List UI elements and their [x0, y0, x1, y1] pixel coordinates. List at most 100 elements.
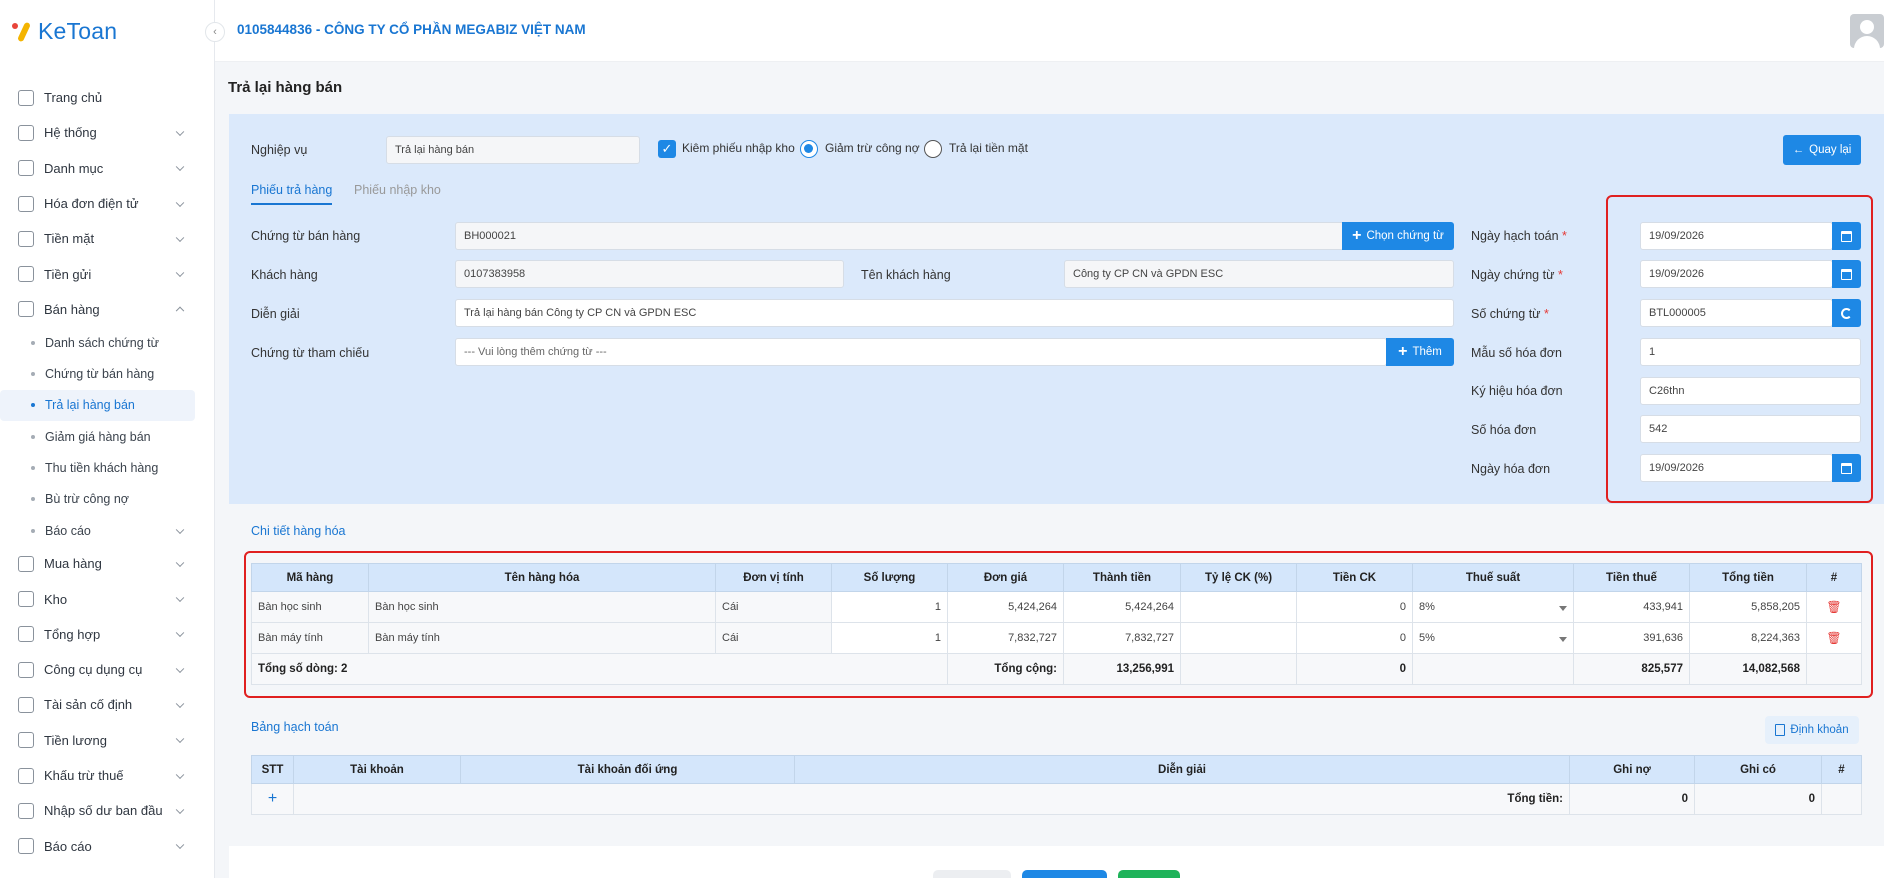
tab-phieu-nhap-kho[interactable]: Phiếu nhập kho: [354, 183, 441, 197]
sidebar-item-he-thong[interactable]: Hệ thống: [0, 115, 215, 150]
ky-hieu-input[interactable]: C26thn: [1640, 377, 1861, 405]
sidebar-sub-thu-tien[interactable]: Thu tiền khách hàng: [0, 452, 215, 483]
sidebar-item-tien-gui[interactable]: Tiền gửi: [0, 256, 215, 291]
so-chung-tu-refresh-button[interactable]: [1832, 299, 1861, 327]
ngay-hoa-don-calendar-button[interactable]: [1832, 454, 1861, 482]
dien-giai-input[interactable]: Trả lại hàng bán Công ty CP CN và GPDN E…: [455, 299, 1454, 327]
sidebar-item-label: Hệ thống: [44, 125, 97, 141]
col-ten-hang: Tên hàng hóa: [368, 563, 716, 592]
sidebar-item-kho[interactable]: Kho: [0, 581, 215, 616]
avatar[interactable]: [1850, 14, 1884, 48]
sidebar-sub-label: Trả lại hàng bán: [45, 398, 135, 413]
footer-button-3[interactable]: [1118, 870, 1180, 878]
sidebar-item-tien-luong[interactable]: Tiền lương: [0, 723, 215, 758]
dinh-khoan-button[interactable]: Định khoản: [1765, 716, 1859, 744]
cell-ten-hang[interactable]: Bàn học sinh: [368, 591, 716, 623]
cell-ty-le-ck[interactable]: [1180, 591, 1297, 623]
dropdown-arrow-icon: [1559, 637, 1567, 642]
nghiep-vu-select[interactable]: Trả lại hàng bán: [386, 136, 640, 164]
sidebar-item-bao-cao[interactable]: Báo cáo: [0, 829, 215, 864]
sidebar-item-danh-muc[interactable]: Danh mục: [0, 151, 215, 186]
sidebar-item-tong-hop[interactable]: Tổng hợp: [0, 617, 215, 652]
cell-don-vi[interactable]: Cái: [715, 591, 832, 623]
cell-thue-suat-select[interactable]: 8%: [1412, 591, 1574, 623]
logo[interactable]: KeToan: [12, 16, 117, 46]
so-chung-tu-input[interactable]: BTL000005: [1640, 299, 1833, 327]
total-empty: [1806, 653, 1862, 685]
total-empty: [1821, 783, 1862, 815]
sidebar-sub-danh-sach[interactable]: Danh sách chứng từ: [0, 327, 215, 358]
chevron-down-icon: [175, 699, 185, 709]
sidebar-item-hoa-don[interactable]: Hóa đơn điện tử: [0, 186, 215, 221]
sidebar-item-tien-mat[interactable]: Tiền mặt: [0, 221, 215, 256]
giam-tru-radio[interactable]: [800, 140, 818, 158]
sidebar-item-cong-cu[interactable]: Công cụ dụng cụ: [0, 652, 215, 687]
cell-tien-thue[interactable]: 433,941: [1573, 591, 1690, 623]
cell-so-luong[interactable]: 1: [831, 622, 948, 654]
col-thanh-tien: Thành tiền: [1063, 563, 1181, 592]
ngay-hach-toan-input[interactable]: 19/09/2026: [1640, 222, 1833, 250]
sidebar-item-label: Trang chủ: [44, 90, 103, 106]
tham-chieu-input[interactable]: --- Vui lòng thêm chứng từ ---: [455, 338, 1387, 366]
delete-row-button[interactable]: 🗑: [1806, 622, 1862, 654]
footer-button-2[interactable]: [1022, 870, 1107, 878]
add-row-button[interactable]: +: [251, 783, 294, 815]
sidebar-sub-label: Danh sách chứng từ: [45, 335, 160, 350]
tax-icon: [18, 767, 34, 784]
back-button[interactable]: ← Quay lại: [1783, 135, 1861, 165]
giam-tru-label: Giảm trừ công nợ: [825, 141, 920, 155]
cell-ma-hang[interactable]: Bàn máy tính: [251, 622, 369, 654]
table-row: Bàn máy tính Bàn máy tính Cái 1 7,832,72…: [251, 622, 1862, 654]
cell-so-luong[interactable]: 1: [831, 591, 948, 623]
ngay-chung-tu-input[interactable]: 19/09/2026: [1640, 260, 1833, 288]
cell-tien-ck[interactable]: 0: [1296, 591, 1413, 623]
cell-don-gia[interactable]: 5,424,264: [947, 591, 1064, 623]
cell-don-vi[interactable]: Cái: [715, 622, 832, 654]
sidebar-item-trang-chu[interactable]: Trang chủ: [0, 80, 215, 115]
so-hoa-don-input[interactable]: 542: [1640, 415, 1861, 443]
kiem-phieu-label: Kiêm phiếu nhập kho: [682, 141, 795, 155]
sidebar-sub-bu-tru[interactable]: Bù trừ công nợ: [0, 484, 215, 515]
ngay-chung-tu-calendar-button[interactable]: [1832, 260, 1861, 288]
cell-don-gia[interactable]: 7,832,727: [947, 622, 1064, 654]
cell-ty-le-ck[interactable]: [1180, 622, 1297, 654]
tra-lai-tien-radio[interactable]: [924, 140, 942, 158]
sidebar-item-tai-san[interactable]: Tài sản cố định: [0, 687, 215, 722]
calendar-icon: [1841, 462, 1852, 474]
sidebar-sub-chung-tu-ban-hang[interactable]: Chứng từ bán hàng: [0, 358, 215, 389]
tab-phieu-tra-hang[interactable]: Phiếu trả hàng: [251, 183, 333, 205]
sidebar-item-label: Công cụ dụng cụ: [44, 662, 143, 678]
sidebar-sub-label: Bù trừ công nợ: [45, 492, 129, 507]
sidebar-sub-bao-cao[interactable]: Báo cáo: [0, 515, 215, 546]
ten-khach-hang-input[interactable]: Công ty CP CN và GPDN ESC: [1064, 260, 1454, 288]
them-button[interactable]: + Thêm: [1386, 338, 1454, 366]
sidebar-item-khau-tru-thue[interactable]: Khấu trừ thuế: [0, 758, 215, 793]
ngay-hach-toan-calendar-button[interactable]: [1832, 222, 1861, 250]
sidebar-sub-label: Chứng từ bán hàng: [45, 367, 155, 382]
goods-section-title: Chi tiết hàng hóa: [251, 524, 346, 538]
chung-tu-ban-hang-input[interactable]: BH000021: [455, 222, 1344, 250]
ngay-hoa-don-input[interactable]: 19/09/2026: [1640, 454, 1833, 482]
sidebar-item-nhap-so-du[interactable]: Nhập số dư ban đầu: [0, 793, 215, 828]
col-ghi-no: Ghi nợ: [1569, 755, 1695, 784]
mau-so-label: Mẫu số hóa đơn: [1471, 346, 1562, 360]
kiem-phieu-checkbox[interactable]: ✓: [658, 140, 676, 158]
cell-tien-thue[interactable]: 391,636: [1573, 622, 1690, 654]
col-tong-tien: Tổng tiền: [1689, 563, 1807, 592]
cell-ma-hang[interactable]: Bàn học sinh: [251, 591, 369, 623]
sidebar-item-mua-hang[interactable]: Mua hàng: [0, 546, 215, 581]
footer-button-1[interactable]: [933, 870, 1011, 878]
cell-tien-ck[interactable]: 0: [1296, 622, 1413, 654]
chevron-down-icon: [175, 628, 185, 638]
mau-so-input[interactable]: 1: [1640, 338, 1861, 366]
sidebar-sub-tra-lai-hang-ban[interactable]: Trả lại hàng bán: [0, 389, 195, 421]
chon-chung-tu-button[interactable]: + Chọn chứng từ: [1342, 222, 1454, 250]
khach-hang-input[interactable]: 0107383958: [455, 260, 844, 288]
cell-ten-hang[interactable]: Bàn máy tính: [368, 622, 716, 654]
sidebar-item-ban-hang[interactable]: Bán hàng: [0, 292, 215, 327]
delete-row-button[interactable]: 🗑: [1806, 591, 1862, 623]
cell-thue-suat-select[interactable]: 5%: [1412, 622, 1574, 654]
total-thanh-tien: 13,256,991: [1063, 653, 1181, 685]
sidebar-collapse-button[interactable]: ‹: [205, 22, 225, 42]
sidebar-sub-giam-gia[interactable]: Giảm giá hàng bán: [0, 421, 215, 452]
